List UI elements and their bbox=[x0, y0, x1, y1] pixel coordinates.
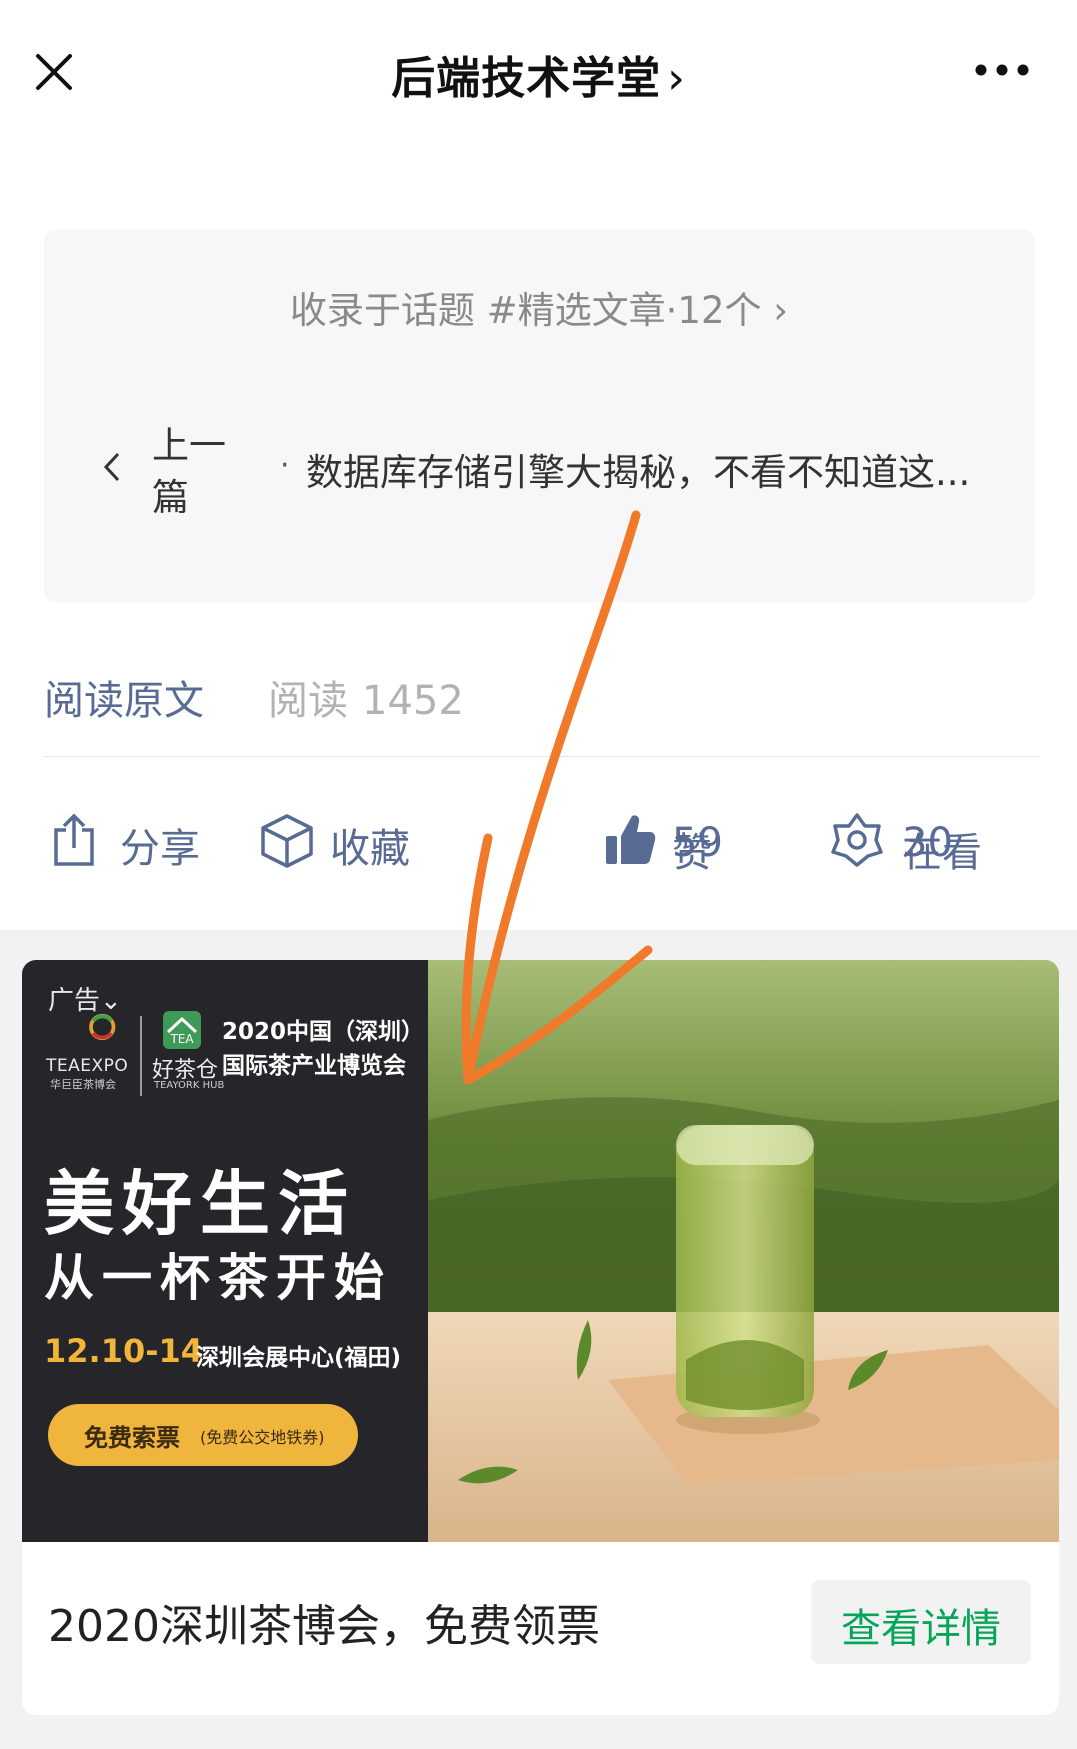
read-count: 阅读 1452 bbox=[268, 668, 464, 726]
cube-icon bbox=[261, 814, 313, 868]
expo-title-line1: 2020中国（深圳） bbox=[222, 1019, 425, 1045]
wow-button[interactable]: 在看 30 bbox=[830, 812, 1040, 876]
event-venue: 深圳会展中心(福田) bbox=[196, 1345, 402, 1371]
share-button[interactable]: 分享 bbox=[50, 812, 210, 872]
ad-card[interactable]: 广告⌄ TEAEXPO 华巨臣茶博会 TEA 好茶仓 TEAYORK HUB 2… bbox=[22, 960, 1059, 1715]
read-count-value: 1452 bbox=[362, 678, 464, 724]
chevron-right-icon: › bbox=[667, 53, 686, 104]
free-ticket-button[interactable]: 免费索票 (免费公交地铁券) bbox=[48, 1404, 358, 1466]
ticket-sub-label: (免费公交地铁券) bbox=[200, 1428, 325, 1447]
view-details-button[interactable]: 查看详情 bbox=[811, 1580, 1031, 1664]
like-button[interactable]: 赞 59 bbox=[604, 812, 774, 876]
divider bbox=[44, 756, 1040, 757]
topic-card: 收录于话题 #精选文章·12个 › 上一篇 · 数据库存储引擎大揭秘，不看不知道… bbox=[44, 230, 1034, 602]
ad-banner-image[interactable]: 广告⌄ TEAEXPO 华巨臣茶博会 TEA 好茶仓 TEAYORK HUB 2… bbox=[22, 960, 1059, 1542]
ad-caption: 2020深圳茶博会，免费领票 bbox=[48, 1601, 600, 1652]
tea-glass-photo bbox=[428, 960, 1059, 1542]
view-details-label: 查看详情 bbox=[841, 1606, 1001, 1652]
top-bar: 后端技术学堂 › bbox=[0, 0, 1077, 150]
logo-divider bbox=[140, 1016, 142, 1096]
wow-count: 30 bbox=[902, 820, 953, 866]
more-icon[interactable] bbox=[973, 58, 1031, 82]
haochacang-logo-icon: TEA bbox=[163, 1011, 201, 1049]
thumbs-up-icon bbox=[606, 815, 656, 864]
svg-text:TEA: TEA bbox=[169, 1032, 194, 1046]
haochacang-sub: TEAYORK HUB bbox=[154, 1080, 225, 1091]
previous-label: 上一篇 bbox=[152, 424, 226, 519]
teaexpo-sub: 华巨臣茶博会 bbox=[50, 1078, 116, 1091]
share-label: 分享 bbox=[120, 826, 200, 872]
slogan-line2: 从一杯茶开始 bbox=[44, 1249, 392, 1307]
like-count: 59 bbox=[672, 820, 723, 866]
separator-dot: · bbox=[280, 448, 290, 483]
chevron-left-icon bbox=[103, 452, 120, 482]
favorite-button[interactable]: 收藏 bbox=[258, 812, 428, 872]
read-label: 阅读 bbox=[268, 678, 348, 724]
topic-link[interactable]: 收录于话题 #精选文章·12个 › bbox=[44, 280, 1034, 334]
account-name: 后端技术学堂 bbox=[391, 53, 662, 104]
slogan-line1: 美好生活 bbox=[44, 1163, 356, 1245]
teaexpo-name: TEAEXPO bbox=[46, 1056, 129, 1076]
favorite-label: 收藏 bbox=[330, 826, 410, 872]
event-date: 12.10-14 bbox=[44, 1332, 204, 1370]
ad-banner-text-panel: 广告⌄ TEAEXPO 华巨臣茶博会 TEA 好茶仓 TEAYORK HUB 2… bbox=[22, 960, 428, 1542]
share-icon bbox=[54, 813, 94, 866]
read-original-link[interactable]: 阅读原文 bbox=[44, 668, 204, 726]
ticket-main-label: 免费索票 bbox=[84, 1424, 180, 1452]
previous-article-link[interactable]: 上一篇 · 数据库存储引擎大揭秘，不看不知道这... bbox=[102, 420, 1002, 530]
teaexpo-logo-icon bbox=[89, 1013, 116, 1041]
account-name-link[interactable]: 后端技术学堂 › bbox=[0, 42, 1077, 106]
tea-photo-panel bbox=[428, 960, 1059, 1542]
previous-article-title: 数据库存储引擎大揭秘，不看不知道这... bbox=[306, 451, 971, 494]
expo-title-line2: 国际茶产业博览会 bbox=[222, 1053, 406, 1079]
wow-star-icon bbox=[831, 813, 883, 867]
